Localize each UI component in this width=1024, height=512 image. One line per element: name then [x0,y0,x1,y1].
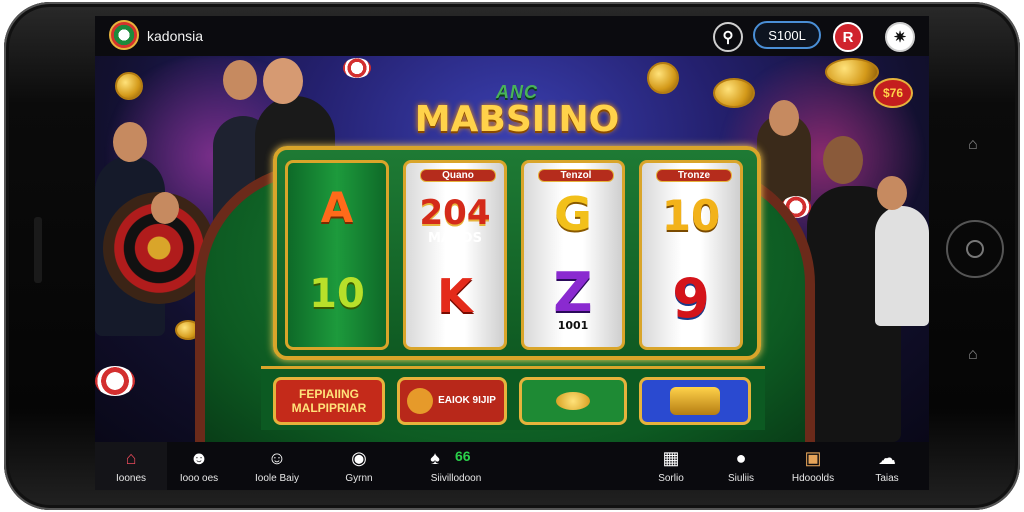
cards-icon: ♠ [430,447,440,468]
bonus-icon [407,388,433,414]
player-head [223,60,257,100]
man-head [823,136,863,184]
game-title-main: MABSIINO [414,99,620,140]
group-icon: ☁ [878,447,896,468]
reel-symbol: 10 [661,191,721,240]
reel-symbol: Z [553,261,593,324]
gold-coin [825,58,879,86]
game-button-row: FEPIAIING MALPIPRIAR EAIOK 9IJIP [261,366,765,430]
nav-label: Taias [875,473,899,484]
home-outline-icon[interactable]: ⌂ [968,136,978,154]
app-screen: kadonsia ⚲ S100L R ✷ $76 ANC MABSIINO A … [95,16,929,490]
reel-symbol: K [437,269,473,323]
dealer-head [113,122,147,162]
reel-label: Tronze [656,169,732,182]
nav-item-chat[interactable]: ● Siuliis [705,442,777,490]
treasure-button[interactable] [639,377,751,425]
settings-icon[interactable]: ✷ [885,22,915,52]
treasure-icon [670,387,720,415]
bonus-button[interactable]: EAIOK 9IJIP [397,377,507,425]
reel-symbol: 9 [672,267,710,330]
nav-item-grid[interactable]: ▦ Sorlio [635,442,707,490]
nav-label: Sorlio [658,473,684,484]
nav-label: Siuliis [727,473,755,484]
top-bar: kadonsia ⚲ S100L R ✷ [95,16,929,56]
home-icon: ⌂ [125,447,137,468]
reel-symbol: A [320,183,354,232]
coin-icon [556,392,590,410]
nav-item-chips[interactable]: ◉ Gyrnn [323,442,395,490]
nav-label: Ioole Baiy [255,473,299,484]
reel-4[interactable]: Tronze 10 9 [639,160,743,350]
reel-symbol-sub: MADDS [428,231,482,246]
woman2-figure [875,206,929,326]
home-circle-inner [966,240,984,258]
search-icon[interactable]: ⚲ [713,22,743,52]
reel-2[interactable]: Quano 204 MADDS K [403,160,507,350]
nav-item-dealer[interactable]: ☻ Iooo oes [163,442,235,490]
casino-scene: $76 ANC MABSIINO A 10 Quano 204 MADDS K … [95,56,929,442]
book-icon: ▣ [804,447,822,468]
brand-name: kadonsia [147,28,204,44]
casino-chip [95,366,135,396]
nav-item-group[interactable]: ☁ Taias [851,442,923,490]
reel-label: Quano [420,169,496,182]
balance-pill[interactable]: S100L [753,21,821,49]
casino-chip [343,58,371,78]
gold-coin [115,72,143,100]
croupier-head [151,192,179,224]
reel-symbol: 204 [419,193,491,233]
r-badge-icon[interactable]: R [833,22,863,52]
nav-item-cards[interactable]: ♠ 66 Siivillodoon [411,442,501,490]
nav-label: Gyrnn [345,473,373,484]
game-title: ANC MABSIINO [347,82,687,142]
pirate-head [769,100,799,136]
nav-label: Siivillodoon [430,473,482,484]
chip-icon: ◉ [351,447,367,468]
dealer-icon: ☻ [189,447,209,468]
back-icon[interactable]: ⌂ [968,346,978,364]
nav-label: Ioones [115,473,147,484]
top-right-badge: $76 [873,78,913,108]
reel-symbol-sub: 1001 [557,319,589,332]
woman-head [263,58,303,104]
feature-button[interactable]: FEPIAIING MALPIPRIAR [273,377,385,425]
coin-button[interactable] [519,377,627,425]
nav-label: Iooo oes [179,473,219,484]
reel-label: Tenzol [538,169,614,182]
slot-reel-frame: A 10 Quano 204 MADDS K Tenzol G Z 1001 T… [273,146,761,360]
bottom-nav: ⌂ Ioones ☻ Iooo oes ☺ Ioole Baiy ◉ Gyrnn… [95,442,929,490]
reel-symbol: G [554,187,592,241]
bonus-label: EAIOK 9IJIP [438,395,496,406]
reel-3[interactable]: Tenzol G Z 1001 [521,160,625,350]
reel-1[interactable]: A 10 [285,160,389,350]
nav-item-player[interactable]: ☺ Ioole Baiy [241,442,313,490]
grid-icon: ▦ [662,447,680,468]
reel-symbol: 10 [309,271,365,317]
nav-label: Hdooolds [791,473,835,484]
chat-icon: ● [735,447,747,468]
player-icon: ☺ [267,447,287,468]
nav-item-home[interactable]: ⌂ Ioones [95,442,167,490]
side-button-left [34,217,42,283]
woman2-head [877,176,907,210]
brand-logo-icon [109,20,139,50]
nav-item-book[interactable]: ▣ Hdooolds [777,442,849,490]
gold-coin [713,78,755,108]
nav-extra: 66 [455,448,471,464]
